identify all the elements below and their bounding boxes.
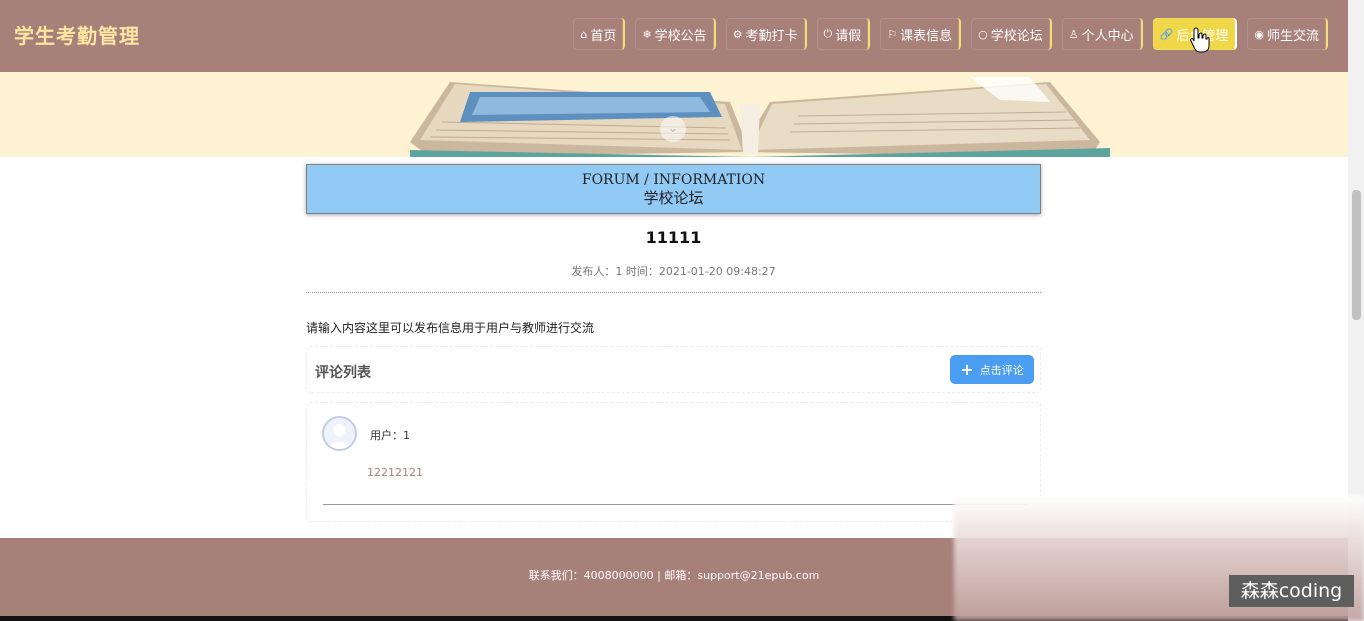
comment-list-title: 评论列表 — [315, 365, 371, 381]
post-meta: 发布人：1 时间：2021-01-20 09:48:27 — [571, 265, 776, 278]
nav-announcements[interactable]: ❄ 学校公告 — [635, 18, 716, 50]
open-book-image — [410, 77, 1110, 157]
nav-label: 课表信息 — [900, 28, 953, 44]
gear-icon: ⚙ — [732, 27, 743, 41]
nav-forum[interactable]: ○ 学校论坛 — [971, 18, 1052, 50]
top-header: 学生考勤管理 ⌂ 首页 ❄ 学校公告 ⚙ 考勤打卡 ⏻ 请假 ⚐ 课表信息 ○ 学校论坛 ♙… — [0, 0, 1348, 72]
user-icon: ♙ — [1068, 27, 1079, 41]
snowflake-icon: ❄ — [642, 27, 652, 41]
home-icon: ⌂ — [580, 27, 588, 41]
chat-icon: ◉ — [1254, 27, 1264, 41]
circle-icon: ○ — [978, 27, 988, 41]
post-title: 11111 — [645, 228, 702, 247]
section-heading-en: FORUM / INFORMATION — [581, 172, 766, 188]
link-icon: 🔗 — [1159, 27, 1174, 41]
watermark: 森森coding — [1229, 575, 1354, 607]
section-heading: FORUM / INFORMATION 学校论坛 — [306, 164, 1041, 214]
comment-list-header: 评论列表 + 点击评论 — [306, 346, 1041, 393]
hero-banner: ⌄ — [0, 72, 1348, 157]
power-icon: ⏻ — [823, 27, 833, 40]
section-heading-cn: 学校论坛 — [643, 189, 704, 207]
user-avatar-icon — [328, 424, 351, 449]
nav-label: 首页 — [590, 28, 617, 44]
nav-attendance[interactable]: ⚙ 考勤打卡 — [725, 18, 807, 50]
main-nav: ⌂首页 ❄学校公告 ⚙考勤打卡 ⏻请假 ⚐课表信息 ○学校论坛 ♙个人中心 🔗后… — [573, 18, 1328, 50]
nav-label: 请假 — [835, 28, 862, 44]
chevron-down-icon[interactable]: ⌄ — [660, 116, 686, 142]
divider — [306, 292, 1041, 293]
scrollbar-thumb[interactable] — [1352, 190, 1361, 320]
comment-separator — [323, 504, 1028, 505]
nav-label: 学校论坛 — [990, 28, 1043, 44]
nav-exchange[interactable]: ◉ 师生交流 — [1247, 18, 1328, 50]
nav-label: 个人中心 — [1081, 28, 1134, 44]
comment-item: 用户：1 12212121 — [306, 402, 1041, 522]
comment-user: 用户：1 — [370, 429, 410, 442]
nav-schedule[interactable]: ⚐ 课表信息 — [880, 18, 962, 50]
add-comment-label: 点击评论 — [979, 363, 1024, 377]
post-content: 请输入内容这里可以发布信息用于用户与教师进行交流 — [306, 321, 595, 335]
plus-icon: + — [960, 359, 974, 379]
nav-label: 考勤打卡 — [745, 28, 798, 44]
avatar — [322, 416, 357, 451]
add-comment-button[interactable]: + 点击评论 — [950, 355, 1034, 384]
nav-label: 学校公告 — [654, 28, 707, 44]
nav-leave[interactable]: ⏻ 请假 — [816, 18, 871, 50]
nav-home[interactable]: ⌂ 首页 — [573, 18, 626, 50]
nav-label: 师生交流 — [1266, 28, 1319, 44]
hand-cursor-icon — [1190, 27, 1210, 53]
comment-text: 12212121 — [367, 466, 423, 479]
site-title[interactable]: 学生考勤管理 — [14, 20, 140, 49]
nav-profile[interactable]: ♙ 个人中心 — [1061, 18, 1143, 50]
flag-icon: ⚐ — [887, 27, 898, 41]
